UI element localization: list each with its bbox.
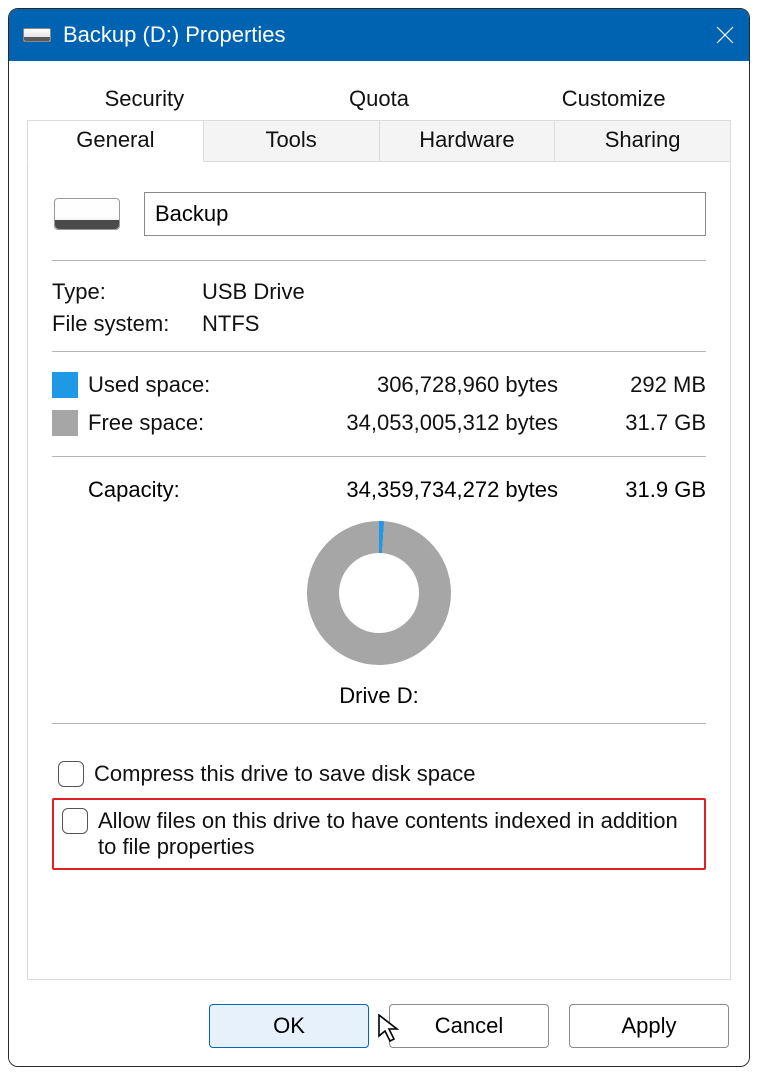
dialog-buttons: OK Cancel Apply — [9, 994, 749, 1066]
client-area: Security Quota Customize General Tools H… — [9, 61, 749, 1066]
capacity-label: Capacity: — [88, 477, 268, 503]
tab-panel-general: Type: USB Drive File system: NTFS Used s… — [27, 162, 731, 980]
titlebar: Backup (D:) Properties — [9, 9, 749, 61]
close-button[interactable] — [701, 9, 749, 61]
index-option[interactable]: Allow files on this drive to have conten… — [56, 803, 702, 865]
compress-option[interactable]: Compress this drive to save disk space — [52, 756, 706, 792]
used-space-label: Used space: — [88, 372, 268, 398]
drive-letter-label: Drive D: — [52, 683, 706, 709]
window-title: Backup (D:) Properties — [63, 22, 701, 48]
separator — [52, 723, 706, 724]
close-icon — [715, 25, 735, 45]
separator — [52, 260, 706, 261]
drive-name-input[interactable] — [144, 192, 706, 236]
index-label: Allow files on this drive to have conten… — [98, 808, 696, 860]
used-space-swatch — [52, 372, 78, 398]
tab-tools[interactable]: Tools — [204, 120, 380, 162]
free-space-label: Free space: — [88, 410, 268, 436]
tabs: Security Quota Customize General Tools H… — [9, 61, 749, 162]
drive-large-icon — [54, 198, 120, 230]
free-space-bytes: 34,053,005,312 bytes — [268, 410, 576, 436]
tab-hardware[interactable]: Hardware — [380, 120, 556, 162]
tab-quota[interactable]: Quota — [262, 79, 497, 120]
drive-icon — [23, 28, 51, 42]
tab-security[interactable]: Security — [27, 79, 262, 120]
capacity-bytes: 34,359,734,272 bytes — [268, 477, 576, 503]
free-space-readable: 31.7 GB — [576, 410, 706, 436]
compress-label: Compress this drive to save disk space — [94, 761, 476, 787]
tab-customize[interactable]: Customize — [496, 79, 731, 120]
highlight-annotation: Allow files on this drive to have conten… — [52, 798, 706, 870]
capacity-readable: 31.9 GB — [576, 477, 706, 503]
tab-sharing[interactable]: Sharing — [555, 120, 731, 162]
ok-button[interactable]: OK — [209, 1004, 369, 1048]
filesystem-value: NTFS — [202, 311, 259, 337]
filesystem-label: File system: — [52, 311, 202, 337]
type-value: USB Drive — [202, 279, 305, 305]
compress-checkbox[interactable] — [58, 761, 84, 787]
cancel-button[interactable]: Cancel — [389, 1004, 549, 1048]
type-label: Type: — [52, 279, 202, 305]
apply-button[interactable]: Apply — [569, 1004, 729, 1048]
used-space-readable: 292 MB — [576, 372, 706, 398]
tab-general[interactable]: General — [27, 120, 204, 162]
separator — [52, 351, 706, 352]
used-space-bytes: 306,728,960 bytes — [268, 372, 576, 398]
free-space-swatch — [52, 410, 78, 436]
usage-pie-chart — [307, 521, 451, 665]
index-checkbox[interactable] — [62, 808, 88, 834]
separator — [52, 456, 706, 457]
properties-window: Backup (D:) Properties Security Quota Cu… — [8, 8, 750, 1067]
